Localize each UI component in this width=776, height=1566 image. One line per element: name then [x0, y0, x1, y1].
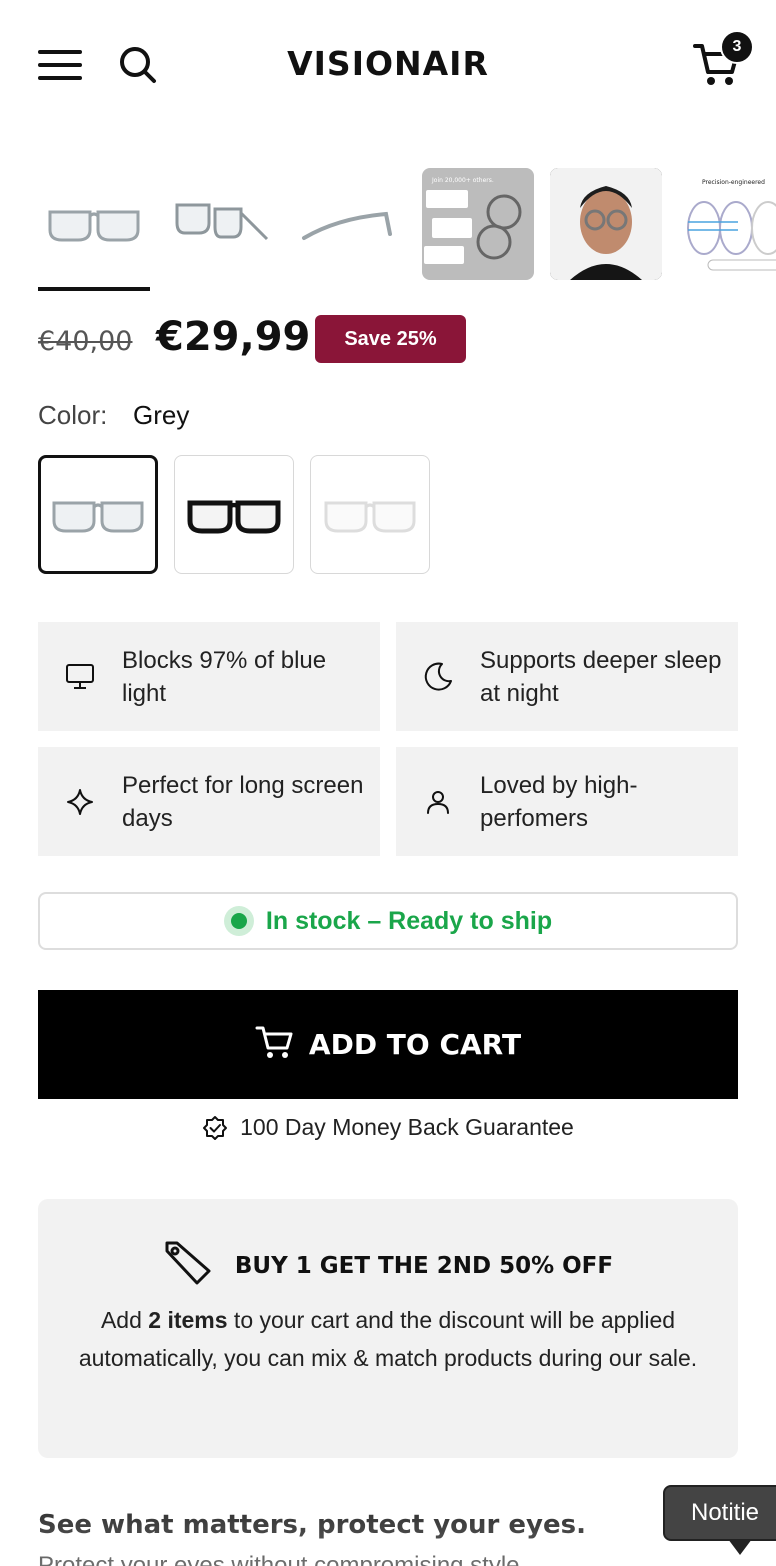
color-swatch-grey[interactable] — [38, 455, 158, 574]
color-swatch-clear[interactable] — [310, 455, 430, 574]
monitor-icon — [38, 663, 122, 691]
original-price: €40,00 — [38, 326, 133, 357]
thumbnail-side-view[interactable] — [292, 168, 404, 280]
badge-check-icon — [203, 1115, 228, 1140]
feature-text: Perfect for long screen days — [122, 771, 364, 832]
svg-text:Precision-engineered: Precision-engineered — [702, 179, 765, 186]
selected-color: Grey — [133, 400, 190, 430]
svg-text:Join 20,000+ others.: Join 20,000+ others. — [431, 177, 494, 184]
active-thumbnail-indicator — [38, 287, 150, 291]
thumbnail-front-view[interactable] — [38, 168, 150, 280]
cart-count-badge: 3 — [720, 30, 754, 64]
promo-box: BUY 1 GET THE 2ND 50% OFF Add 2 items to… — [38, 1199, 738, 1458]
moon-icon — [396, 661, 480, 693]
feature-high-performers: Loved by high-perfomers — [396, 747, 738, 856]
sale-price: €29,99 — [156, 314, 311, 360]
product-thumbnails: Join 20,000+ others. Precision-engineere… — [38, 168, 776, 292]
tag-icon — [163, 1239, 213, 1292]
thumbnail-reviews-graphic[interactable]: Join 20,000+ others. — [422, 168, 534, 280]
site-header: VISIONAIR 3 — [0, 0, 776, 130]
site-logo[interactable]: VISIONAIR — [0, 44, 776, 83]
promo-title: BUY 1 GET THE 2ND 50% OFF — [234, 1252, 614, 1279]
notice-tooltip-button[interactable]: Notitie — [663, 1485, 776, 1541]
promo-body-bold: 2 items — [148, 1307, 228, 1333]
add-to-cart-button[interactable]: ADD TO CART — [38, 990, 738, 1099]
guarantee-text: 100 Day Money Back Guarantee — [240, 1114, 574, 1140]
feature-text: Supports deeper sleep at night — [480, 646, 722, 707]
thumbnail-model-photo[interactable] — [550, 168, 662, 280]
color-swatch-black[interactable] — [174, 455, 294, 574]
add-to-cart-label: ADD TO CART — [308, 1028, 522, 1061]
color-label: Color: — [38, 400, 108, 430]
section-body-partial: Protect your eyes without compromising s… — [38, 1552, 520, 1566]
feature-text: Loved by high-perfomers — [480, 771, 638, 832]
promo-body: Add 2 items to your cart and the discoun… — [78, 1307, 698, 1371]
feature-blue-light: Blocks 97% of blue light — [38, 622, 380, 731]
promo-header: BUY 1 GET THE 2ND 50% OFF — [38, 1239, 738, 1292]
stock-indicator-dot — [223, 906, 254, 936]
money-back-guarantee: 100 Day Money Back Guarantee — [0, 1114, 776, 1141]
save-badge: Save 25% — [315, 315, 466, 363]
feature-screen-days: Perfect for long screen days — [38, 747, 380, 856]
section-title: See what matters, protect your eyes. — [38, 1510, 586, 1540]
feature-text: Blocks 97% of blue light — [122, 646, 327, 707]
thumbnail-lens-graphic[interactable]: Precision-engineered — [678, 168, 776, 280]
cart-icon — [255, 1024, 295, 1065]
stock-text: In stock – Ready to ship — [265, 906, 553, 935]
stock-status: In stock – Ready to ship — [38, 892, 738, 950]
feature-sleep: Supports deeper sleep at night — [396, 622, 738, 731]
thumbnail-angled-view[interactable] — [165, 168, 277, 280]
user-icon — [396, 788, 480, 816]
notice-tooltip-tail — [728, 1539, 752, 1555]
sparkle-icon — [38, 788, 122, 816]
